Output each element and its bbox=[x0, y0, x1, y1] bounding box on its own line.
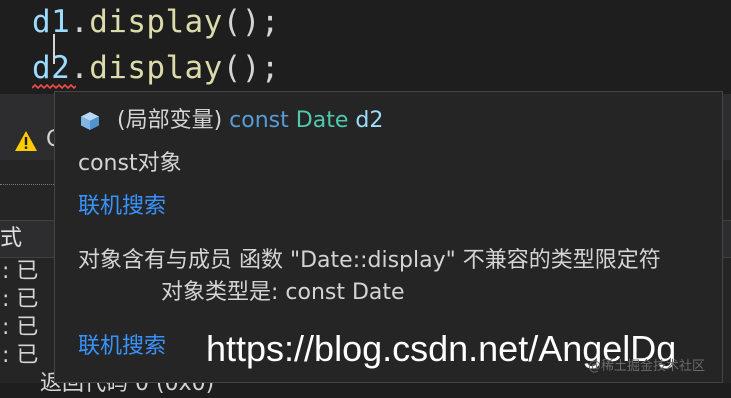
field-variable-icon bbox=[81, 112, 99, 130]
signature-prefix: (局部变量) bbox=[117, 108, 223, 133]
output-line: : 已 bbox=[2, 259, 39, 284]
search-online-link-error[interactable]: 联机搜索 bbox=[78, 332, 166, 362]
error-message: 对象含有与成员 函数 "Date::display" 不兼容的类型限定符 bbox=[78, 248, 661, 273]
signature-name: d2 bbox=[355, 108, 384, 133]
code-variable: d2 bbox=[32, 50, 71, 86]
code-variable: d1 bbox=[32, 4, 71, 40]
warning-icon bbox=[15, 131, 37, 151]
code-dot: . bbox=[70, 4, 90, 40]
code-parens: (); bbox=[222, 4, 280, 40]
output-line: : 已 bbox=[2, 343, 39, 368]
output-line: : 已 bbox=[2, 287, 39, 312]
tooltip-description: const对象 bbox=[78, 151, 182, 176]
code-line-1[interactable]: d1.display(); bbox=[32, 0, 280, 44]
code-dot: . bbox=[70, 50, 90, 86]
search-online-link[interactable]: 联机搜索 bbox=[78, 192, 166, 222]
code-function: display bbox=[89, 4, 223, 40]
code-editor[interactable]: d1.display(); d2.display(); bbox=[0, 0, 731, 94]
signature-type: Date bbox=[295, 108, 349, 133]
code-parens: (); bbox=[222, 50, 280, 86]
signature-line: (局部变量) const Date d2 bbox=[117, 106, 383, 136]
signature-keyword: const bbox=[229, 108, 289, 133]
output-line: : 已 bbox=[2, 315, 39, 340]
column-header-label: 式 bbox=[0, 226, 23, 251]
text-caret bbox=[53, 34, 55, 64]
error-squiggle bbox=[32, 84, 76, 90]
code-function: display bbox=[89, 50, 223, 86]
watermark-small: @稀土掘金技术社区 bbox=[588, 359, 706, 374]
error-detail: 对象类型是: const Date bbox=[161, 280, 405, 305]
